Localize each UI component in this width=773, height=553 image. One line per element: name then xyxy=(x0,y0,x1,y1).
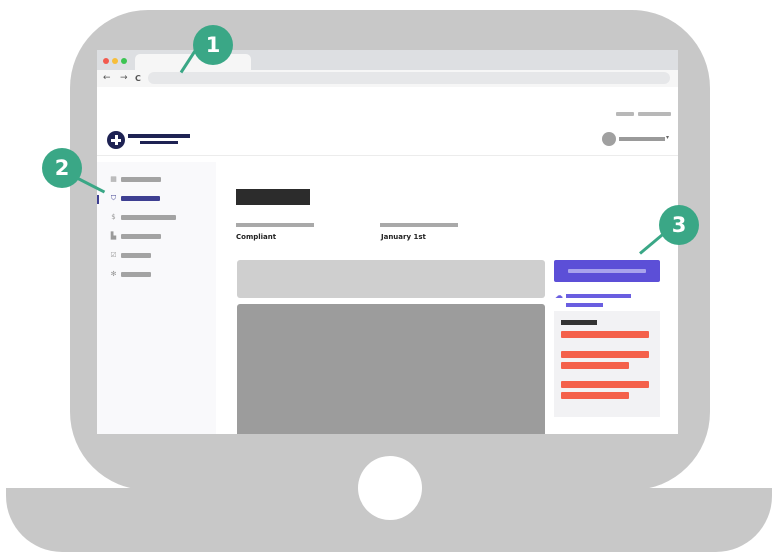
sidebar-item-label xyxy=(121,234,161,239)
grid-icon: ▦ xyxy=(110,175,117,183)
sidebar-item-label xyxy=(121,215,176,220)
laptop-screen: ← → C ▾ ▦ ⛉ $ ▙ ☑ ✻ Compliant January 1s xyxy=(97,50,678,434)
address-bar[interactable] xyxy=(148,72,670,84)
page-title xyxy=(236,189,310,205)
sidebar-item-settings[interactable]: ✻ xyxy=(97,269,216,280)
logo-tagline xyxy=(140,141,178,144)
sidebar-item-documents[interactable]: ▙ xyxy=(97,231,216,242)
utility-link-1[interactable] xyxy=(616,112,634,116)
window-minimize-dot[interactable] xyxy=(112,58,118,64)
date-label xyxy=(380,223,458,227)
shield-check-icon: ⛉ xyxy=(110,194,117,202)
sidebar-item-label xyxy=(121,196,160,201)
logo-plus-icon[interactable] xyxy=(107,131,125,149)
primary-action-button[interactable] xyxy=(554,260,660,282)
finding-item[interactable] xyxy=(561,381,649,388)
window-close-dot[interactable] xyxy=(103,58,109,64)
logo-wordmark xyxy=(128,134,190,138)
date-value: January 1st xyxy=(381,233,426,241)
findings-heading xyxy=(561,320,597,325)
status-label xyxy=(236,223,314,227)
finding-item[interactable] xyxy=(561,331,649,338)
download-link[interactable] xyxy=(566,294,631,298)
avatar[interactable] xyxy=(602,132,616,146)
download-link-secondary[interactable] xyxy=(566,303,603,307)
checkbox-icon: ☑ xyxy=(110,251,117,259)
sidebar-item-billing[interactable]: $ xyxy=(97,212,216,223)
sidebar-item-tasks[interactable]: ☑ xyxy=(97,250,216,261)
finding-item[interactable] xyxy=(561,392,629,399)
back-icon[interactable]: ← xyxy=(103,71,111,86)
sidebar-item-label xyxy=(121,177,161,182)
gear-icon: ✻ xyxy=(110,270,117,278)
callout-marker-1: 1 xyxy=(193,25,233,65)
sidebar-item-security[interactable]: ⛉ xyxy=(97,193,216,204)
status-value: Compliant xyxy=(236,233,277,241)
laptop-home-button xyxy=(358,456,422,520)
refresh-icon[interactable]: C xyxy=(135,71,141,86)
finding-item[interactable] xyxy=(561,351,649,358)
chevron-down-icon[interactable]: ▾ xyxy=(666,132,669,144)
forward-icon[interactable]: → xyxy=(120,71,128,86)
cloud-upload-icon[interactable]: ☁ xyxy=(555,292,563,300)
primary-action-label xyxy=(568,269,646,273)
document-preview xyxy=(237,304,545,434)
dollar-icon: $ xyxy=(111,213,116,221)
header-divider xyxy=(97,155,678,156)
document-icon: ▙ xyxy=(110,232,117,240)
sidebar-item-dashboard[interactable]: ▦ xyxy=(97,174,216,185)
banner-placeholder xyxy=(237,260,545,298)
sidebar-item-label xyxy=(121,272,151,277)
sidebar-item-label xyxy=(121,253,151,258)
findings-panel xyxy=(554,311,660,417)
finding-item[interactable] xyxy=(561,362,629,369)
callout-marker-2: 2 xyxy=(42,148,82,188)
utility-link-2[interactable] xyxy=(638,112,671,116)
window-maximize-dot[interactable] xyxy=(121,58,127,64)
callout-marker-3: 3 xyxy=(659,205,699,245)
user-name[interactable] xyxy=(619,137,665,141)
